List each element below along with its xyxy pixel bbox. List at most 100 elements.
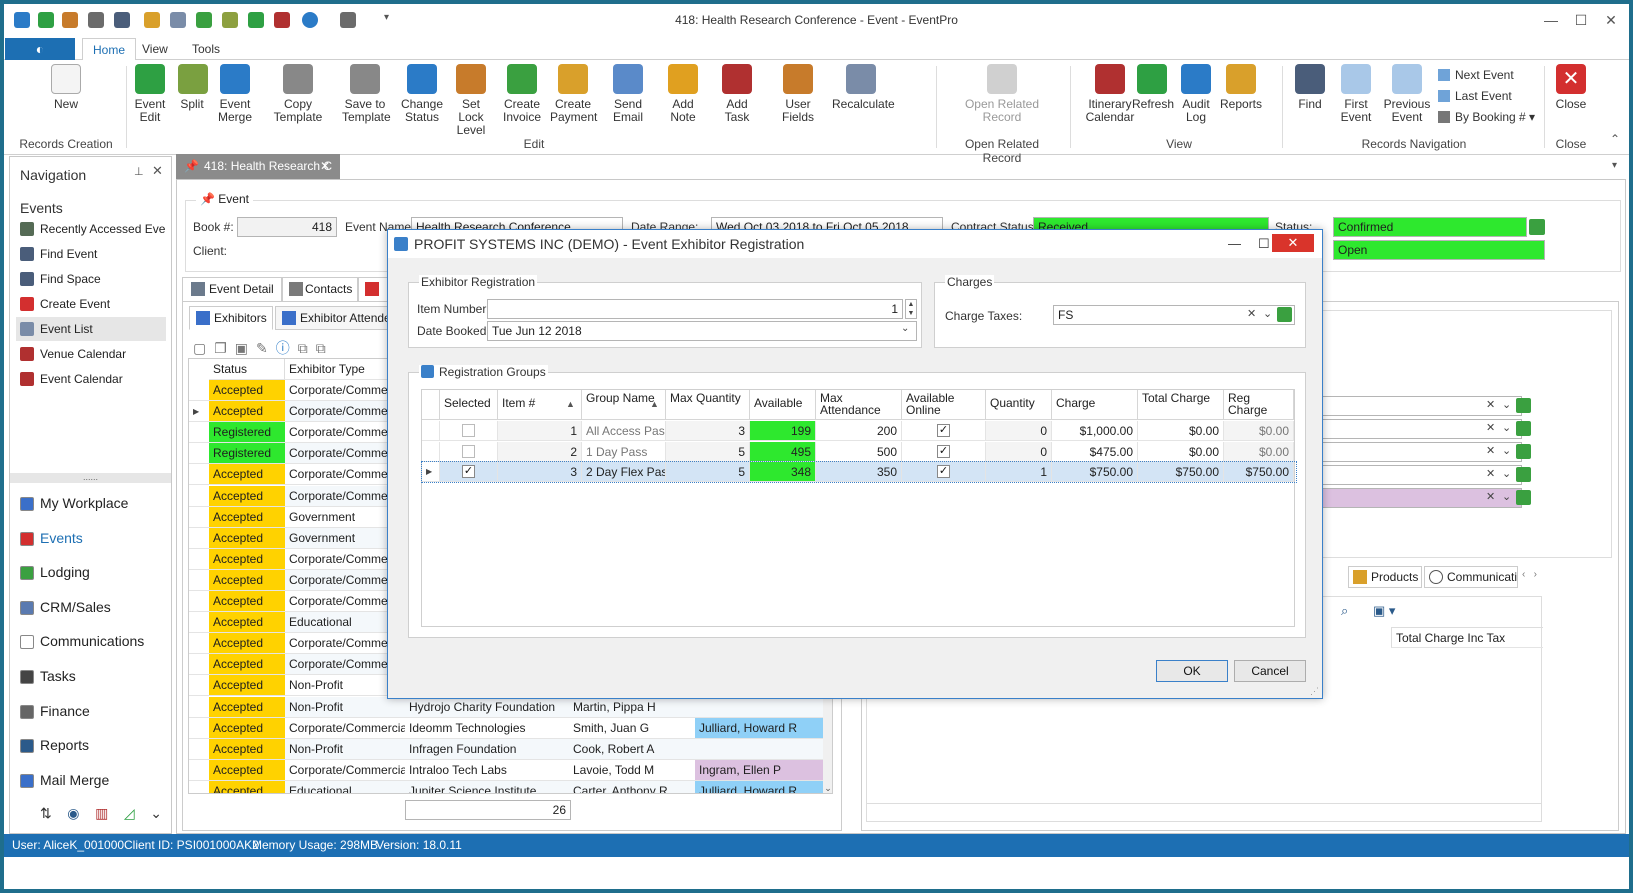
item-number-field[interactable]: 1 [487, 299, 903, 319]
link-icon[interactable]: ⧉ [298, 340, 316, 356]
column-header-max-quantity[interactable]: Max Quantity [666, 390, 750, 420]
registration-group-row[interactable]: ▶ ✓ 3 2 Day Flex Pass 5 348 350 ✓ 1 $750.00 $750.0… [421, 461, 1297, 483]
date-booked-field[interactable]: Tue Jun 12 2018 [487, 321, 917, 341]
event-merge-button[interactable]: Event Merge [216, 64, 254, 124]
by-booking-dropdown[interactable]: By Booking # ▾ [1438, 110, 1535, 124]
more-icon[interactable]: ⌄ [150, 805, 162, 821]
module-communications[interactable]: Communications [16, 624, 166, 658]
split-button[interactable]: Split [178, 64, 208, 111]
chevron-down-icon[interactable]: ⌄ [1263, 307, 1272, 320]
globe-icon[interactable]: ◉ [67, 805, 79, 821]
clear-icon[interactable]: ✕ [1486, 398, 1495, 411]
chevron-down-icon[interactable]: ⌄ [1502, 467, 1511, 480]
module-reports[interactable]: Reports [16, 728, 166, 762]
resize-grip-icon[interactable]: ⋰ [1310, 686, 1319, 697]
audit-log-button[interactable]: Audit Log [1176, 64, 1216, 124]
create-payment-button[interactable]: Create Payment [550, 64, 597, 124]
add-note-button[interactable]: Add Note [660, 64, 706, 124]
table-row[interactable]: Accepted Corporate/Commercial Ideomm Techn… [189, 717, 823, 739]
item-number-spinner[interactable]: ▲ ▼ [905, 299, 917, 319]
clear-icon[interactable]: ✕ [1486, 490, 1495, 503]
close-button[interactable]: ✕ Close [1552, 64, 1590, 111]
tab-scroll-icons[interactable]: ‹ › [1522, 569, 1537, 580]
nav-item-find-event[interactable]: Find Event [16, 242, 166, 266]
tab-home[interactable]: Home [82, 38, 137, 61]
column-header-total-charge[interactable]: Total Charge [1138, 390, 1224, 420]
registration-group-row[interactable]: 1 All Access Pass 3 199 200 ✓ 0 $1,000.00 $0.00 $… [422, 421, 1296, 441]
document-tab[interactable]: 📌 418: Health Research C ✕ [176, 154, 340, 179]
pin-icon[interactable]: ⊥ [134, 165, 144, 178]
column-header-status[interactable]: Status [209, 359, 285, 380]
selected-checkbox[interactable] [462, 444, 475, 458]
ok-button[interactable]: OK [1156, 660, 1228, 682]
last-event-button[interactable]: Last Event [1438, 89, 1512, 103]
lookup-icon[interactable] [1516, 467, 1531, 482]
tab-exhibitors[interactable]: Exhibitors [189, 306, 273, 330]
dialog-maximize-icon[interactable]: ☐ [1258, 230, 1270, 258]
column-header-max-attendance[interactable]: Max Attendance [816, 390, 902, 420]
module-tasks[interactable]: Tasks [16, 659, 166, 693]
open-related-record-button[interactable]: Open Related Record [962, 64, 1042, 124]
table-row[interactable]: Accepted Educational Jupiter Science Insti… [189, 780, 823, 793]
close-window-icon[interactable]: ✕ [1596, 9, 1626, 31]
cancel-button[interactable]: Cancel [1234, 660, 1306, 682]
chevron-down-icon[interactable]: ⌄ [1502, 490, 1511, 503]
charge-taxes-field[interactable]: FS [1053, 305, 1295, 325]
clear-icon[interactable]: ✕ [1486, 421, 1495, 434]
find-button[interactable]: Find [1292, 64, 1328, 111]
column-header-reg-charge[interactable]: Reg Charge [1224, 390, 1294, 420]
status-2-field[interactable]: Open [1333, 240, 1545, 260]
add-task-button[interactable]: Add Task [714, 64, 760, 124]
tab-exhibitor-attendees[interactable]: Exhibitor Attendees [275, 306, 393, 330]
tab-communications[interactable]: Communicati [1424, 566, 1518, 588]
module-events[interactable]: Events [16, 521, 166, 555]
status-lookup-icon[interactable] [1529, 219, 1545, 235]
edit-row-icon[interactable]: ✎ [256, 340, 276, 356]
reports-button[interactable]: Reports [1220, 64, 1262, 111]
column-header-available-online[interactable]: Available Online [902, 390, 986, 420]
date-dropdown-icon[interactable]: ⌄ [901, 323, 909, 334]
column-header-total-charge-inc-tax[interactable]: Total Charge Inc Tax [1391, 627, 1543, 648]
chevron-down-icon[interactable]: ⌄ [1502, 444, 1511, 457]
next-event-button[interactable]: Next Event [1438, 68, 1514, 82]
save-icon[interactable]: ▣ ▾ [1373, 603, 1395, 619]
splitter-handle[interactable]: ...... [10, 473, 171, 483]
event-edit-button[interactable]: Event Edit [130, 64, 170, 124]
available-online-checkbox[interactable]: ✓ [937, 465, 950, 478]
collapse-ribbon-icon[interactable]: ⌃ [1610, 132, 1620, 146]
nav-item-find-space[interactable]: Find Space [16, 267, 166, 291]
scroll-down-icon[interactable]: ⌄ [823, 783, 832, 793]
recalculate-button[interactable]: Recalculate [832, 64, 895, 111]
clear-icon[interactable]: ✕ [1486, 444, 1495, 457]
nav-item-event-list[interactable]: Event List [16, 317, 166, 341]
column-header-quantity[interactable]: Quantity [986, 390, 1052, 420]
nav-item-create-event[interactable]: Create Event [16, 292, 166, 316]
search-icon[interactable]: ⌕ [1341, 603, 1348, 619]
module-finance[interactable]: Finance [16, 694, 166, 728]
module-mail-merge[interactable]: Mail Merge [16, 763, 166, 797]
module-my-workplace[interactable]: My Workplace [16, 486, 166, 520]
more-icon[interactable]: ⧉ [316, 340, 334, 356]
dialog-minimize-icon[interactable]: — [1228, 230, 1241, 258]
change-status-button[interactable]: Change Status [400, 64, 444, 124]
tab-view[interactable]: View [132, 38, 178, 61]
tab-tools[interactable]: Tools [182, 38, 230, 61]
close-tab-icon[interactable]: ✕ [320, 154, 330, 179]
module-lodging[interactable]: Lodging [16, 555, 166, 589]
save-to-template-button[interactable]: Save to Template [342, 64, 391, 124]
lookup-icon[interactable] [1516, 444, 1531, 459]
tab-more[interactable] [358, 277, 388, 301]
module-crm-sales[interactable]: CRM/Sales [16, 590, 166, 624]
lookup-icon[interactable] [1516, 421, 1531, 436]
table-row[interactable]: Accepted Non-Profit Hydrojo Charity Founda… [189, 696, 823, 718]
save-row-icon[interactable]: ▣ [235, 340, 256, 356]
nav-item-venue-calendar[interactable]: Venue Calendar [16, 342, 166, 366]
trend-icon[interactable]: ◿ [124, 805, 135, 821]
column-header-charge[interactable]: Charge [1052, 390, 1138, 420]
send-email-button[interactable]: Send Email [600, 64, 656, 124]
selected-checkbox[interactable]: ✓ [462, 465, 475, 478]
user-fields-button[interactable]: User Fields [770, 64, 826, 124]
itinerary-calendar-button[interactable]: Itinerary Calendar [1082, 64, 1138, 124]
book-number-field[interactable]: 418 [237, 217, 337, 237]
lookup-icon[interactable] [1516, 398, 1531, 413]
